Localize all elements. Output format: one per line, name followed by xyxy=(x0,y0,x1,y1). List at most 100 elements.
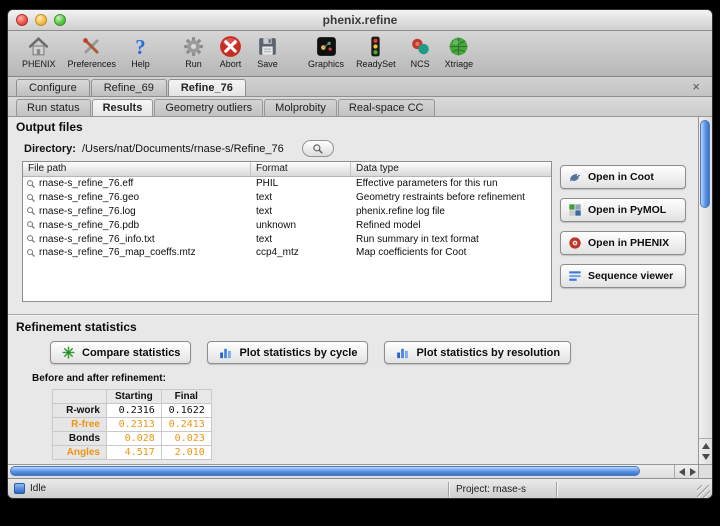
stat-starting-value: 0.028 xyxy=(107,432,162,446)
file-data-type: Refined model xyxy=(351,220,551,231)
before-after-label: Before and after refinement: xyxy=(32,373,166,384)
file-path: rnase-s_refine_76.pdb xyxy=(39,220,251,231)
stats-header-row: Starting Final xyxy=(53,390,212,404)
file-row[interactable]: rnase-s_refine_76.eff PHIL Effective par… xyxy=(23,177,551,191)
toolbar: PHENIX Preferences ? Help Run Abort xyxy=(8,31,712,77)
window-controls xyxy=(16,14,66,26)
file-row[interactable]: rnase-s_refine_76.geo text Geometry rest… xyxy=(23,191,551,205)
toolbar-preferences-button[interactable]: Preferences xyxy=(62,34,123,69)
toolbar-save-button[interactable]: Save xyxy=(249,34,286,69)
toolbar-run-button[interactable]: Run xyxy=(175,34,212,69)
window-title: phenix.refine xyxy=(8,10,712,30)
graphics-icon xyxy=(314,34,339,59)
zoom-window-button[interactable] xyxy=(54,14,66,26)
abort-icon xyxy=(218,34,243,59)
stat-label: Angles xyxy=(53,446,107,460)
close-window-button[interactable] xyxy=(16,14,28,26)
table-header: File path Format Data type xyxy=(23,162,551,177)
file-data-type: Geometry restraints before refinement xyxy=(351,192,551,203)
minimize-window-button[interactable] xyxy=(35,14,47,26)
toolbar-ncs-button[interactable]: NCS xyxy=(402,34,439,69)
subtab-real-space-cc[interactable]: Real-space CC xyxy=(338,99,435,116)
preferences-tools-icon xyxy=(79,34,104,59)
toolbar-readyset-button[interactable]: ReadySet xyxy=(350,34,402,69)
search-icon xyxy=(312,143,324,155)
file-row[interactable]: rnase-s_refine_76_info.txt text Run summ… xyxy=(23,232,551,246)
magnifier-icon xyxy=(23,234,39,244)
magnifier-icon xyxy=(23,220,39,230)
directory-value: /Users/nat/Documents/rnase-s/Refine_76 xyxy=(82,143,284,155)
button-label: Compare statistics xyxy=(82,347,180,359)
button-label: Plot statistics by resolution xyxy=(416,347,560,359)
results-panel: Output files Directory: /Users/nat/Docum… xyxy=(8,117,700,464)
subtab-geometry-outliers[interactable]: Geometry outliers xyxy=(154,99,263,116)
subtab-molprobity[interactable]: Molprobity xyxy=(264,99,337,116)
column-header-data-type[interactable]: Data type xyxy=(351,162,551,176)
stats-col-final: Final xyxy=(161,390,211,404)
status-bar: Idle Project: rnase-s xyxy=(8,478,712,499)
scroll-right-icon[interactable] xyxy=(690,468,696,476)
statusbar-divider xyxy=(556,482,557,497)
directory-label: Directory: xyxy=(24,143,76,155)
toolbar-xtriage-button[interactable]: Xtriage xyxy=(439,34,480,69)
resize-grip-icon[interactable] xyxy=(697,485,710,498)
tab-refine-69[interactable]: Refine_69 xyxy=(91,79,167,96)
scroll-left-icon[interactable] xyxy=(679,468,685,476)
magnifier-icon xyxy=(23,206,39,216)
toolbar-graphics-button[interactable]: Graphics xyxy=(302,34,350,69)
stats-corner-cell xyxy=(53,390,107,404)
subtab-run-status[interactable]: Run status xyxy=(16,99,91,116)
open-in-coot-button[interactable]: Open in Coot xyxy=(560,165,686,189)
stats-row-r-work: R-work 0.2316 0.1622 xyxy=(53,404,212,418)
stat-starting-value: 0.2316 xyxy=(107,404,162,418)
plot-statistics-by-resolution-button[interactable]: Plot statistics by resolution xyxy=(384,341,571,364)
toolbar-help-button[interactable]: ? Help xyxy=(122,34,159,69)
phenix-home-icon xyxy=(26,34,51,59)
scroll-down-icon[interactable] xyxy=(702,454,710,460)
button-label: Plot statistics by cycle xyxy=(239,347,357,359)
sequence-viewer-button[interactable]: Sequence viewer xyxy=(560,264,686,288)
horizontal-scrollbar-arrows xyxy=(674,465,700,478)
file-row[interactable]: rnase-s_refine_76.pdb unknown Refined mo… xyxy=(23,218,551,232)
compare-statistics-button[interactable]: Compare statistics xyxy=(50,341,191,364)
vertical-scrollbar[interactable] xyxy=(698,117,712,464)
stat-final-value: 0.2413 xyxy=(161,418,211,432)
column-header-file-path[interactable]: File path xyxy=(23,162,251,176)
column-header-format[interactable]: Format xyxy=(251,162,351,176)
vertical-scrollbar-arrows xyxy=(699,438,712,464)
stat-label: R-free xyxy=(53,418,107,432)
xtriage-icon xyxy=(446,34,471,59)
status-text: Idle xyxy=(30,483,46,494)
tab-close-icon[interactable]: × xyxy=(688,80,704,93)
vertical-scrollbar-thumb[interactable] xyxy=(700,120,710,208)
statusbar-divider xyxy=(448,482,449,497)
section-divider xyxy=(8,314,700,316)
file-path: rnase-s_refine_76.eff xyxy=(39,178,251,189)
open-in-pymol-button[interactable]: Open in PyMOL xyxy=(560,198,686,222)
app-window: phenix.refine PHENIX Preferences ? Help xyxy=(7,9,713,499)
plot-by-cycle-icon xyxy=(218,345,233,360)
file-data-type: Map coefficients for Coot xyxy=(351,247,551,258)
file-data-type: Effective parameters for this run xyxy=(351,178,551,189)
file-row[interactable]: rnase-s_refine_76_map_coeffs.mtz ccp4_mt… xyxy=(23,246,551,260)
toolbar-abort-button[interactable]: Abort xyxy=(212,34,249,69)
statistics-buttons: Compare statistics Plot statistics by cy… xyxy=(50,341,571,364)
horizontal-scrollbar-thumb[interactable] xyxy=(10,466,640,476)
scroll-up-icon[interactable] xyxy=(702,443,710,449)
horizontal-scrollbar[interactable] xyxy=(8,464,700,478)
toolbar-phenix-button[interactable]: PHENIX xyxy=(16,34,62,69)
magnifier-icon xyxy=(23,179,39,189)
compare-statistics-icon xyxy=(61,345,76,360)
tab-refine-76[interactable]: Refine_76 xyxy=(168,79,246,96)
plot-statistics-by-cycle-button[interactable]: Plot statistics by cycle xyxy=(207,341,368,364)
file-path: rnase-s_refine_76_info.txt xyxy=(39,234,251,245)
output-files-table: File path Format Data type rnase-s_refin… xyxy=(22,161,552,302)
help-icon: ? xyxy=(128,34,153,59)
open-in-phenix-button[interactable]: Open in PHENIX xyxy=(560,231,686,255)
file-format: text xyxy=(251,206,351,217)
directory-search-button[interactable] xyxy=(302,140,334,157)
tab-configure[interactable]: Configure xyxy=(16,79,90,96)
file-row[interactable]: rnase-s_refine_76.log text phenix.refine… xyxy=(23,205,551,219)
subtab-results[interactable]: Results xyxy=(92,99,154,116)
refinement-statistics-heading: Refinement statistics xyxy=(16,320,137,334)
